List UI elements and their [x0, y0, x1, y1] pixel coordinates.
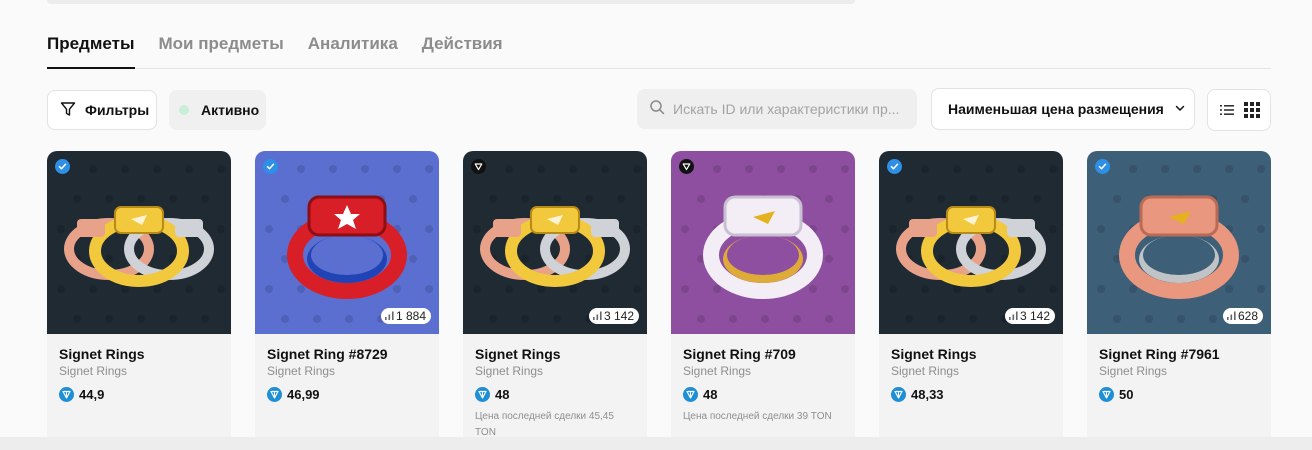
collection-name: Signet Rings [891, 364, 960, 378]
chevron-down-icon [1174, 101, 1186, 117]
supply-count: 3 142 [1019, 309, 1050, 323]
ring-illustration [57, 165, 225, 323]
price-value: 46,99 [287, 387, 320, 402]
nft-price: 48,33 [891, 387, 944, 402]
search-icon [649, 99, 665, 120]
signal-icon [1226, 309, 1236, 323]
search-box [637, 89, 917, 129]
nft-name: Signet Rings [891, 346, 977, 362]
ton-icon [475, 387, 490, 402]
status-filter-active[interactable]: Активно [169, 90, 266, 130]
collection-name: Signet Rings [683, 364, 752, 378]
supply-badge: 628 [1222, 308, 1263, 324]
nft-image: 3 142 [463, 151, 647, 334]
signal-icon [1008, 309, 1018, 323]
price-value: 50 [1119, 387, 1134, 402]
verified-icon [263, 159, 278, 174]
tab-actions[interactable]: Действия [422, 30, 503, 68]
collection-name: Signet Rings [267, 364, 336, 378]
status-dot [179, 105, 189, 115]
sort-label: Наименьшая цена размещения [948, 101, 1164, 117]
nft-price: 48 [475, 387, 509, 402]
status-label: Активно [201, 102, 260, 118]
list-view-icon[interactable] [1216, 99, 1238, 121]
nft-name: Signet Ring #8729 [267, 346, 388, 362]
gift-icon [679, 159, 694, 174]
price-value: 48 [703, 387, 718, 402]
supply-count: 628 [1237, 309, 1258, 323]
nft-image [671, 151, 855, 334]
collection-name: Signet Rings [475, 364, 544, 378]
gift-icon [471, 159, 486, 174]
tab-my-items[interactable]: Мои предметы [159, 30, 284, 68]
nft-name: Signet Rings [475, 346, 561, 362]
signal-icon [384, 309, 394, 323]
filters-button[interactable]: Фильтры [47, 90, 157, 130]
ring-illustration [265, 165, 433, 323]
last-sale-price: Цена последней сделки 39 TON [683, 411, 832, 422]
price-value: 48,33 [911, 387, 944, 402]
nft-name: Signet Ring #7961 [1099, 346, 1220, 362]
collection-name: Signet Rings [59, 364, 128, 378]
tab-bar: Предметы Мои предметы Аналитика Действия [47, 30, 1271, 69]
ton-icon [1099, 387, 1114, 402]
top-panel-edge [47, 0, 855, 4]
nft-card[interactable]: 3 142 Signet Rings Signet Rings 48 Цена … [463, 151, 647, 441]
ring-illustration [681, 165, 849, 323]
sort-dropdown[interactable]: Наименьшая цена размещения [931, 88, 1195, 130]
tab-analytics[interactable]: Аналитика [308, 30, 398, 68]
verified-icon [887, 159, 902, 174]
collection-name: Signet Rings [1099, 364, 1168, 378]
bottom-edge [0, 437, 1312, 450]
nft-price: 44,9 [59, 387, 104, 402]
supply-badge: 3 142 [1004, 308, 1055, 324]
nft-card[interactable]: 1 884 Signet Ring #8729 Signet Rings 46,… [255, 151, 439, 441]
verified-icon [55, 159, 70, 174]
nft-image: 628 [1087, 151, 1271, 334]
nft-card[interactable]: 628 Signet Ring #7961 Signet Rings 50 [1087, 151, 1271, 441]
ring-illustration [889, 165, 1057, 323]
nft-card[interactable]: Signet Rings Signet Rings 44,9 [47, 151, 231, 441]
nft-price: 48 [683, 387, 717, 402]
supply-badge: 1 884 [380, 308, 431, 324]
nft-name: Signet Rings [59, 346, 145, 362]
nft-card[interactable]: 3 142 Signet Rings Signet Rings 48,33 [879, 151, 1063, 441]
filters-label: Фильтры [85, 102, 150, 118]
nft-price: 50 [1099, 387, 1133, 402]
verified-icon [1095, 159, 1110, 174]
tab-items[interactable]: Предметы [47, 30, 135, 69]
nft-image: 1 884 [255, 151, 439, 334]
price-value: 48 [495, 387, 510, 402]
ton-icon [683, 387, 698, 402]
ton-icon [267, 387, 282, 402]
view-toggle [1207, 89, 1271, 131]
supply-count: 3 142 [603, 309, 634, 323]
price-value: 44,9 [79, 387, 105, 402]
ton-icon [59, 387, 74, 402]
supply-badge: 3 142 [588, 308, 639, 324]
supply-count: 1 884 [395, 309, 426, 323]
nft-card[interactable]: Signet Ring #709 Signet Rings 48 Цена по… [671, 151, 855, 441]
nft-image [47, 151, 231, 334]
filter-icon [60, 101, 76, 120]
search-input[interactable] [673, 101, 903, 117]
nft-price: 46,99 [267, 387, 320, 402]
grid-view-icon[interactable] [1241, 99, 1263, 121]
ring-illustration [473, 165, 641, 323]
nft-image: 3 142 [879, 151, 1063, 334]
signal-icon [592, 309, 602, 323]
ton-icon [891, 387, 906, 402]
nft-name: Signet Ring #709 [683, 346, 796, 362]
ring-illustration [1097, 165, 1265, 323]
